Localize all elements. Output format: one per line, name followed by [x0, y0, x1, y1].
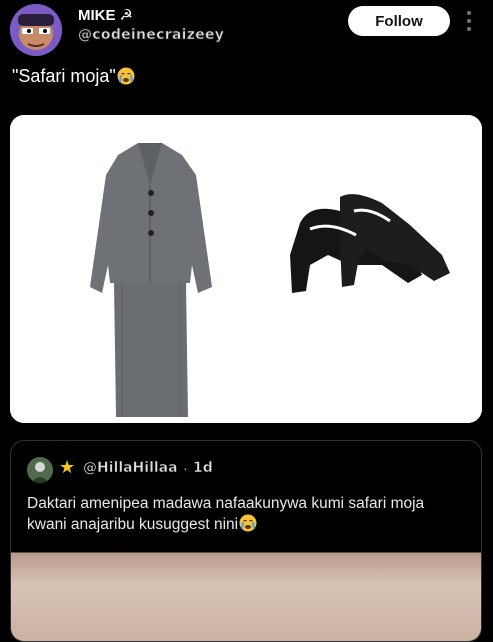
avatar[interactable]	[10, 4, 62, 56]
user-handle[interactable]: @codeinecraizeey	[78, 27, 224, 44]
hammer-sickle-emoji: ☭	[119, 7, 133, 24]
quoted-text: Daktari amenipea madawa nafaakunywa kumi…	[27, 493, 467, 535]
post-image[interactable]	[10, 115, 482, 423]
star-icon: ★	[59, 457, 76, 477]
follow-button[interactable]: Follow	[348, 6, 450, 36]
crying-face-emoji	[117, 67, 135, 85]
post-text-content: "Safari moja"	[12, 66, 116, 86]
more-vertical-icon[interactable]	[462, 10, 476, 32]
display-name[interactable]: MIKE ☭	[78, 6, 133, 24]
post-text: "Safari moja"	[12, 66, 135, 87]
quoted-text-content: Daktari amenipea madawa nafaakunywa kumi…	[27, 495, 425, 533]
quoted-handle[interactable]: @HillaHillaa	[83, 460, 178, 477]
display-name-text: MIKE	[78, 7, 116, 24]
quoted-separator: ·	[183, 460, 188, 476]
quoted-timestamp: 1d	[193, 460, 213, 477]
quoted-image[interactable]	[11, 546, 481, 641]
quoted-avatar[interactable]	[27, 457, 53, 483]
crying-face-emoji	[239, 514, 257, 532]
quoted-tweet[interactable]: ★ @HillaHillaa · 1d Daktari amenipea mad…	[10, 440, 482, 642]
